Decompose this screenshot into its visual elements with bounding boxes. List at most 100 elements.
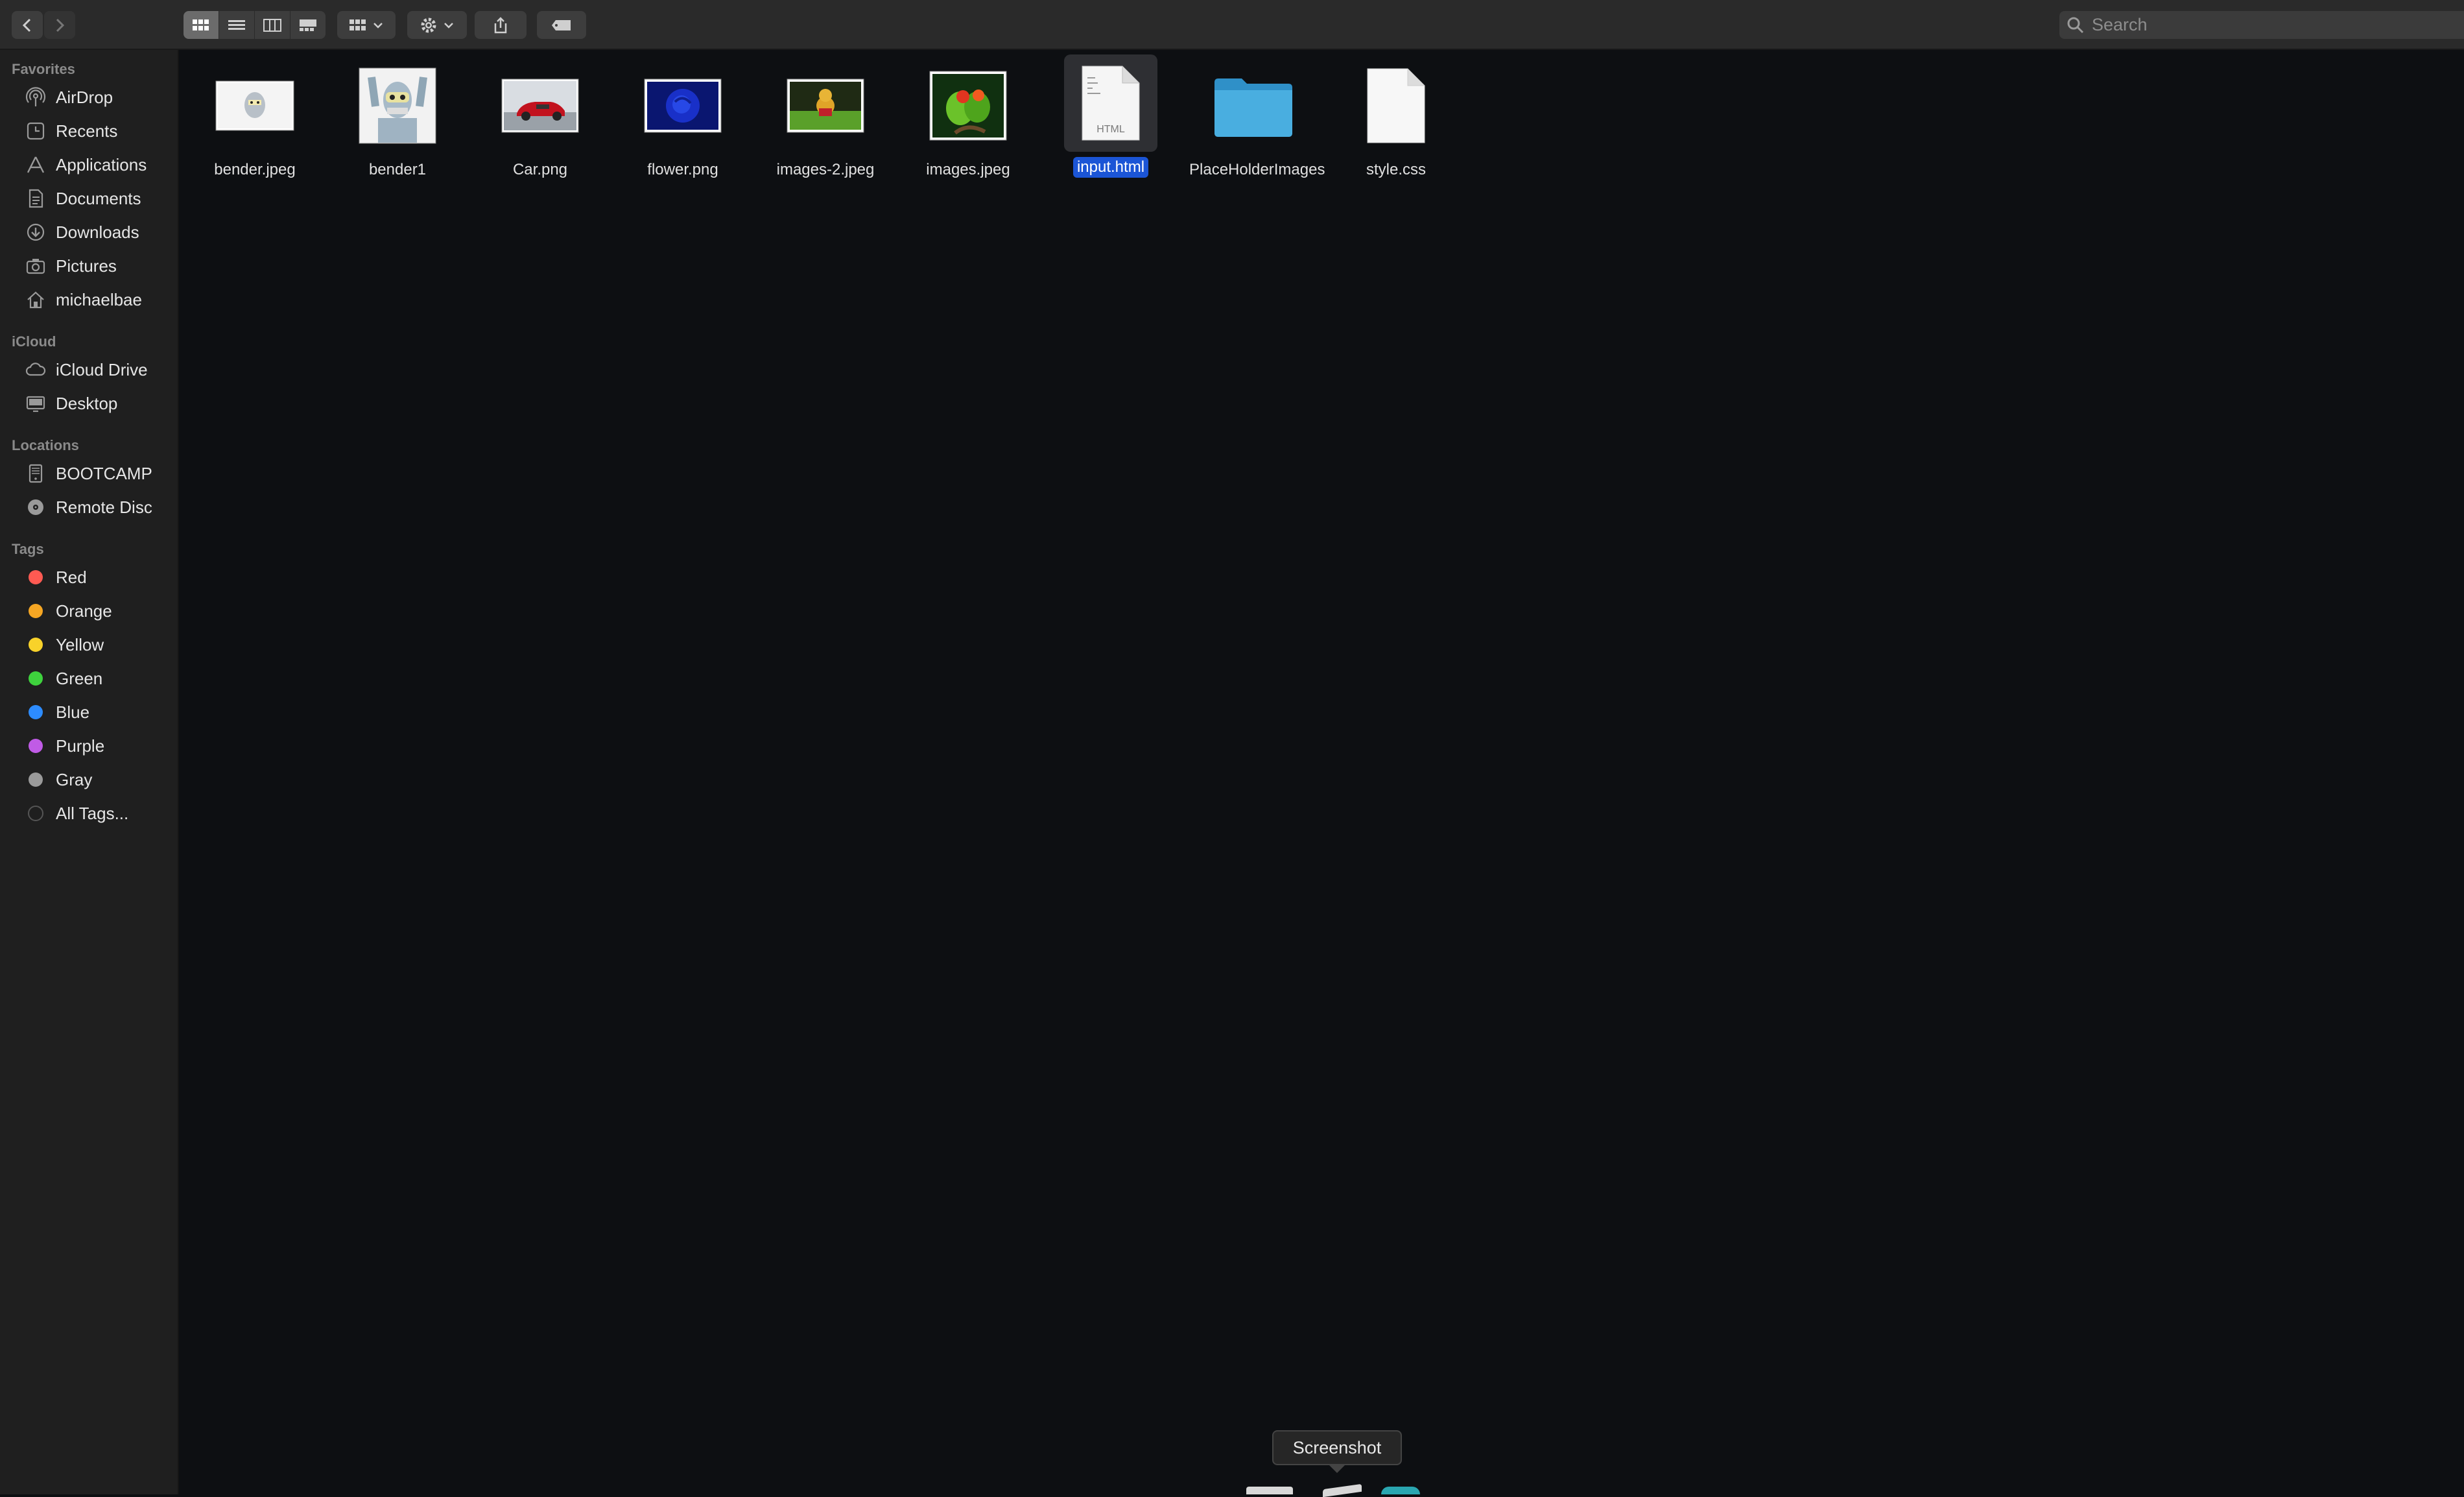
- share-icon: [494, 16, 507, 33]
- sidebar-item-label: Blue: [56, 702, 90, 722]
- sidebar-tag-green[interactable]: Green: [25, 664, 174, 693]
- image-thumbnail-icon: [900, 57, 1036, 154]
- sidebar: Favorites AirDrop Recents Applications D…: [0, 50, 179, 1494]
- image-thumbnail-icon: [472, 57, 608, 154]
- image-thumbnail-icon: [187, 57, 323, 154]
- sidebar-tag-purple[interactable]: Purple: [25, 731, 174, 761]
- cloud-icon: [25, 359, 47, 381]
- sidebar-item-icloud-drive[interactable]: iCloud Drive: [25, 355, 174, 385]
- list-view-button[interactable]: [219, 11, 255, 39]
- sidebar-item-label: Recents: [56, 121, 118, 141]
- camera-icon: [25, 255, 47, 277]
- file-item[interactable]: bender.jpeg: [187, 57, 323, 180]
- icon-view-button[interactable]: [184, 11, 219, 39]
- edit-tags-button[interactable]: [537, 11, 586, 39]
- file-item[interactable]: bender1: [329, 57, 466, 180]
- file-name: bender.jpeg: [214, 161, 296, 178]
- column-view-button[interactable]: [255, 11, 290, 39]
- dock-item-edge[interactable]: [1323, 1483, 1362, 1497]
- sidebar-item-documents[interactable]: Documents: [25, 184, 174, 213]
- screenshot-tooltip: Screenshot: [1272, 1430, 1402, 1473]
- sidebar-section-icloud: iCloud: [12, 333, 56, 350]
- file-name: PlaceHolderImages: [1189, 161, 1325, 178]
- drive-icon: [25, 462, 47, 485]
- file-item[interactable]: style.css: [1328, 57, 1464, 180]
- search-icon: [2067, 17, 2084, 33]
- back-button[interactable]: [12, 11, 43, 39]
- document-icon: [25, 187, 47, 210]
- chevron-down-icon: [444, 22, 453, 29]
- folder-icon: [1185, 57, 1321, 154]
- disc-icon: [25, 496, 47, 518]
- file-name: images-2.jpeg: [776, 161, 875, 178]
- sidebar-item-applications[interactable]: Applications: [25, 150, 174, 180]
- file-item[interactable]: Car.png: [472, 57, 608, 180]
- sidebar-item-label: Pictures: [56, 256, 117, 276]
- dock-item-edge[interactable]: [1246, 1487, 1293, 1494]
- grid-icon: [349, 19, 366, 30]
- dock-item-edge[interactable]: [1381, 1487, 1420, 1494]
- blue-tag-dot-icon: [25, 701, 47, 723]
- image-thumbnail-icon: [329, 57, 466, 154]
- file-name: style.css: [1366, 161, 1426, 178]
- sidebar-tag-red[interactable]: Red: [25, 562, 174, 592]
- forward-button[interactable]: [44, 11, 75, 39]
- tag-icon: [552, 19, 571, 30]
- sidebar-item-pictures[interactable]: Pictures: [25, 251, 174, 281]
- image-thumbnail-icon: [615, 57, 751, 154]
- download-icon: [25, 221, 47, 243]
- sidebar-section-favorites: Favorites: [12, 61, 75, 77]
- desktop-icon: [25, 392, 47, 414]
- sidebar-tag-yellow[interactable]: Yellow: [25, 630, 174, 660]
- search-input[interactable]: [2091, 14, 2443, 36]
- chevron-down-icon: [373, 22, 383, 29]
- red-tag-dot-icon: [25, 566, 47, 588]
- file-name: Car.png: [512, 161, 568, 178]
- sidebar-all-tags[interactable]: All Tags...: [25, 798, 174, 828]
- file-name: bender1: [368, 161, 427, 178]
- file-name: images.jpeg: [926, 161, 1010, 178]
- file-name: flower.png: [647, 161, 718, 178]
- gear-icon: [421, 18, 436, 32]
- file-item[interactable]: PlaceHolderImages: [1185, 57, 1325, 180]
- html-badge: HTML: [1096, 124, 1125, 135]
- list-icon: [228, 19, 245, 30]
- file-item[interactable]: flower.png: [615, 57, 751, 180]
- sidebar-item-label: Documents: [56, 188, 141, 208]
- share-button[interactable]: [475, 11, 527, 39]
- sidebar-item-airdrop[interactable]: AirDrop: [25, 82, 174, 112]
- file-item[interactable]: images-2.jpeg: [757, 57, 894, 180]
- sidebar-item-label: Desktop: [56, 393, 118, 413]
- applications-icon: [25, 154, 47, 176]
- sidebar-tag-blue[interactable]: Blue: [25, 697, 174, 727]
- green-tag-dot-icon: [25, 667, 47, 689]
- search-field[interactable]: [2059, 11, 2464, 39]
- html-file-icon: HTML: [1064, 54, 1157, 152]
- toolbar: [0, 0, 2464, 50]
- grid-icon: [193, 19, 209, 30]
- sidebar-item-bootcamp[interactable]: BOOTCAMP: [25, 459, 174, 488]
- sidebar-item-downloads[interactable]: Downloads: [25, 217, 174, 247]
- action-menu-button[interactable]: [407, 11, 467, 39]
- sidebar-item-remote-disc[interactable]: Remote Disc: [25, 492, 174, 522]
- purple-tag-dot-icon: [25, 735, 47, 757]
- sidebar-item-recents[interactable]: Recents: [25, 116, 174, 146]
- sidebar-section-locations: Locations: [12, 437, 79, 453]
- sidebar-item-label: michaelbae: [56, 289, 142, 309]
- sidebar-item-home[interactable]: michaelbae: [25, 285, 174, 315]
- sidebar-tag-gray[interactable]: Gray: [25, 765, 174, 795]
- home-icon: [25, 289, 47, 311]
- sidebar-item-label: All Tags...: [56, 803, 129, 823]
- file-item-selected[interactable]: HTML input.html: [1043, 54, 1179, 178]
- group-by-button[interactable]: [337, 11, 396, 39]
- sidebar-item-desktop[interactable]: Desktop: [25, 389, 174, 418]
- sidebar-item-label: Red: [56, 567, 87, 587]
- sidebar-tag-orange[interactable]: Orange: [25, 596, 174, 626]
- sidebar-item-label: Gray: [56, 769, 93, 789]
- gallery-view-button[interactable]: [290, 11, 326, 39]
- sidebar-item-label: Downloads: [56, 222, 139, 242]
- sidebar-item-label: BOOTCAMP: [56, 463, 152, 483]
- sidebar-item-label: iCloud Drive: [56, 359, 148, 379]
- file-name: input.html: [1072, 157, 1149, 178]
- file-item[interactable]: images.jpeg: [900, 57, 1036, 180]
